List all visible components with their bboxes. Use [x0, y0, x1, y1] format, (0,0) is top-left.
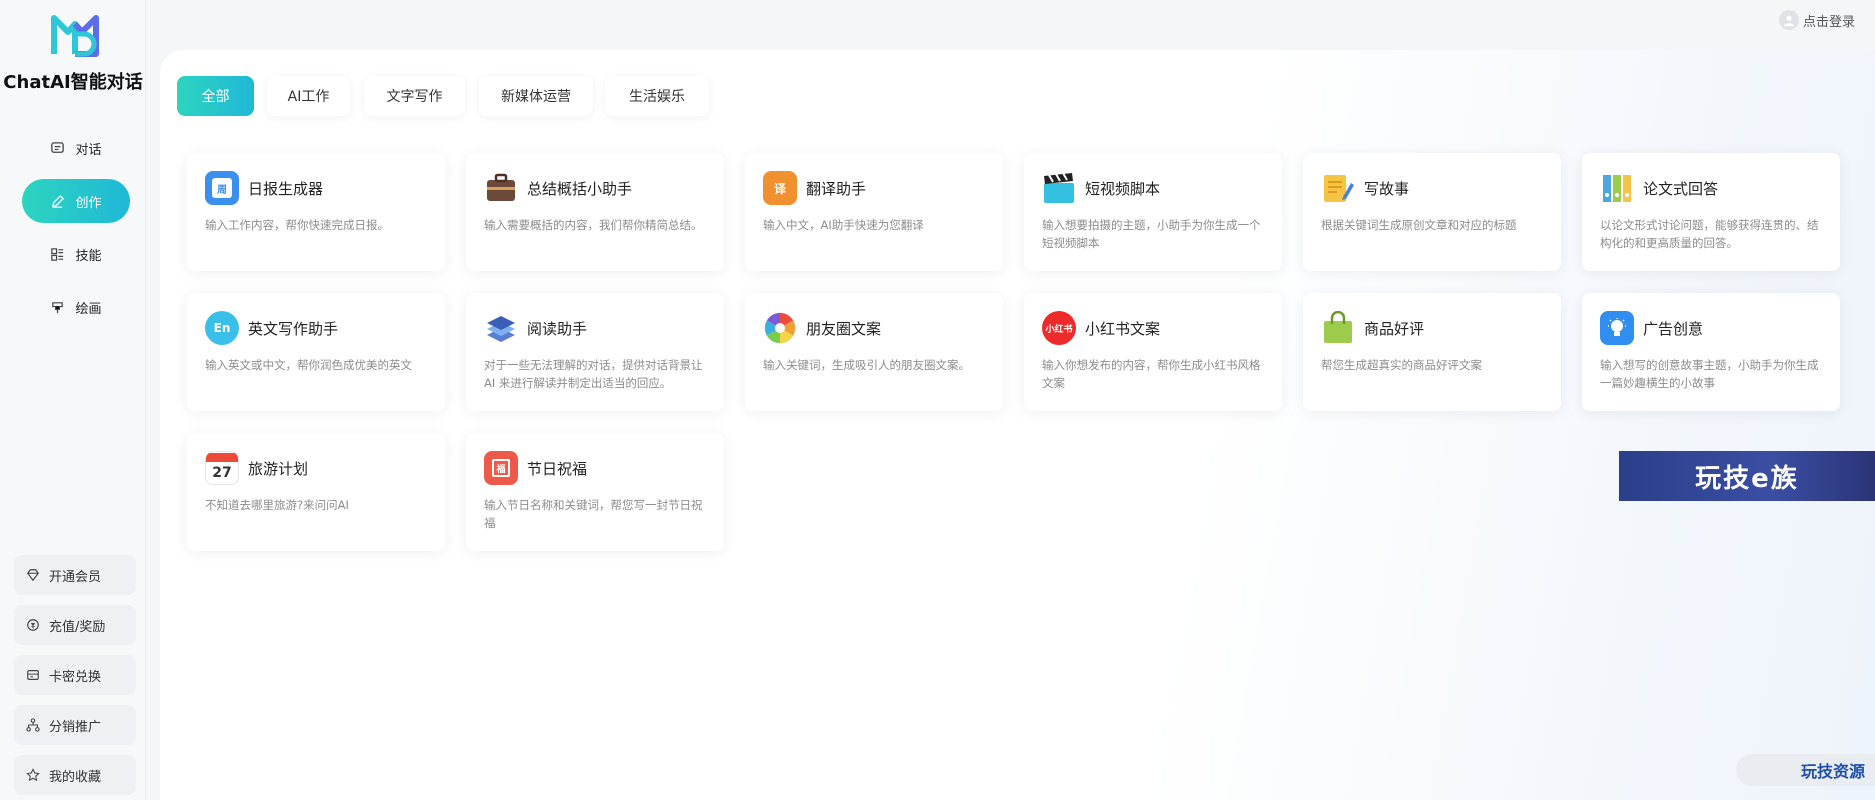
login-label: 点击登录 [1802, 14, 1855, 30]
card-icon [27, 670, 39, 680]
card-short-video[interactable]: 短视频脚本 输入想要拍摄的主题，小助手为你生成一个短视频脚本 [1024, 153, 1282, 271]
user-avatar-icon [1778, 10, 1799, 30]
notepad-icon [1321, 171, 1355, 205]
card-story[interactable]: 写故事 根据关键词生成原创文章和对应的标题 [1303, 153, 1561, 271]
star-icon [26, 768, 40, 782]
card-title: 旅游计划 [248, 459, 309, 478]
tab-all[interactable]: 全部 [177, 76, 254, 116]
card-english-writing[interactable]: En 英文写作助手 输入英文或中文，帮你润色成优美的英文 [187, 293, 445, 411]
card-desc: 输入需要概括的内容，我们帮你精简总结。 [484, 218, 703, 232]
app-logo-icon [51, 15, 99, 57]
card-title: 翻译助手 [806, 179, 867, 198]
menu-item-card-redeem[interactable]: 卡密兑换 [14, 655, 136, 695]
english-icon: En [205, 311, 239, 345]
menu-label: 我的收藏 [49, 769, 102, 785]
card-desc: 对于一些无法理解的对话，提供对话背景让 AI 来进行解读并制定出适当的回应。 [484, 358, 703, 390]
tab-lifestyle[interactable]: 生活娱乐 [605, 76, 709, 116]
card-title: 广告创意 [1643, 319, 1704, 338]
nav-item-skills[interactable]: 技能 [22, 232, 130, 276]
card-daily-report[interactable]: 周 日报生成器 输入工作内容，帮你快速完成日报。 [187, 153, 445, 271]
card-desc: 根据关键词生成原创文章和对应的标题 [1321, 218, 1517, 232]
menu-item-recharge[interactable]: 充值/奖励 [14, 605, 136, 645]
tab-new-media[interactable]: 新媒体运营 [479, 76, 593, 116]
nav-item-chat[interactable]: 对话 [22, 126, 130, 170]
nav-item-painting[interactable]: 绘画 [22, 285, 130, 329]
translate-icon: 译 [763, 171, 797, 205]
main-panel: 全部 AI工作 文字写作 新媒体运营 生活娱乐 周 日报生成器 输入工作内容，帮… [160, 50, 1875, 800]
card-desc: 不知道去哪里旅游?来问问AI [205, 498, 349, 512]
card-desc: 输入节日名称和关键词，帮您写一封节日祝福 [484, 498, 703, 530]
briefcase-icon [484, 171, 518, 205]
skills-icon [51, 247, 64, 261]
card-holiday-greeting[interactable]: 福 节日祝福 输入节日名称和关键词，帮您写一封节日祝福 [466, 433, 724, 551]
diamond-icon [27, 569, 39, 582]
card-product-review[interactable]: 商品好评 帮您生成超真实的商品好评文案 [1303, 293, 1561, 411]
binders-icon [1600, 171, 1634, 205]
card-desc: 输入想要拍摄的主题，小助手为你生成一个短视频脚本 [1042, 218, 1261, 250]
xiaohongshu-icon: 小红书 [1042, 311, 1076, 345]
chat-icon [51, 141, 65, 153]
clapperboard-icon [1042, 171, 1076, 205]
menu-item-distribution[interactable]: 分销推广 [14, 705, 136, 745]
card-desc: 输入英文或中文，帮你润色成优美的英文 [205, 358, 412, 372]
card-title: 商品好评 [1364, 319, 1425, 338]
card-title: 写故事 [1364, 179, 1410, 198]
nav-label: 绘画 [75, 301, 102, 317]
menu-item-favorites[interactable]: 我的收藏 [14, 755, 136, 795]
daily-report-icon: 周 [205, 171, 239, 205]
card-title: 节日祝福 [527, 459, 588, 478]
coin-icon [27, 619, 39, 631]
menu-label: 分销推广 [49, 719, 102, 735]
pen-icon [52, 194, 65, 208]
card-xiaohongshu-copy[interactable]: 小红书 小红书文案 输入你想发布的内容，帮你生成小红书风格文案 [1024, 293, 1282, 411]
card-reading-assistant[interactable]: 阅读助手 对于一些无法理解的对话，提供对话背景让 AI 来进行解读并制定出适当的… [466, 293, 724, 411]
card-translate[interactable]: 译 翻译助手 输入中文，AI助手快速为您翻译 [745, 153, 1003, 271]
menu-label: 卡密兑换 [49, 669, 102, 685]
sidebar: ChatAI智能对话 对话 创作 技能 绘画 开通会员 充值/奖励 卡密兑换 分… [0, 0, 146, 800]
card-moments-copy[interactable]: 朋友圈文案 输入关键词，生成吸引人的朋友圈文案。 [745, 293, 1003, 411]
card-title: 小红书文案 [1085, 319, 1161, 338]
nav-label: 创作 [75, 195, 102, 211]
card-ad-creative[interactable]: 广告创意 输入想写的创意故事主题，小助手为你生成一篇妙趣横生的小故事 [1582, 293, 1840, 411]
nav-label: 技能 [75, 248, 102, 264]
menu-label: 开通会员 [49, 569, 102, 585]
lightbulb-icon [1600, 311, 1634, 345]
brush-icon [52, 301, 64, 313]
card-summary[interactable]: 总结概括小助手 输入需要概括的内容，我们帮你精简总结。 [466, 153, 724, 271]
tab-ai-work[interactable]: AI工作 [267, 76, 350, 116]
card-title: 日报生成器 [248, 179, 324, 198]
card-desc: 以论文形式讨论问题，能够获得连贯的、结构化的和更高质量的回答。 [1600, 218, 1819, 250]
card-desc: 输入工作内容，帮你快速完成日报。 [205, 218, 389, 232]
app-brand: ChatAI智能对话 [3, 72, 143, 93]
nav-item-create[interactable]: 创作 [22, 179, 130, 223]
promo-banner[interactable]: 玩技e族 [1619, 451, 1875, 501]
share-tree-icon [26, 718, 40, 732]
aperture-icon [763, 311, 797, 345]
card-title: 英文写作助手 [248, 319, 339, 338]
shopping-bag-icon [1321, 311, 1355, 345]
nav-label: 对话 [75, 142, 102, 158]
card-desc: 帮您生成超真实的商品好评文案 [1321, 358, 1482, 372]
card-desc: 输入中文，AI助手快速为您翻译 [763, 218, 924, 232]
watermark-badge: 玩技资源 [1736, 754, 1875, 786]
login-button[interactable]: 点击登录 [1778, 8, 1855, 32]
card-desc: 输入关键词，生成吸引人的朋友圈文案。 [763, 358, 970, 372]
tab-writing[interactable]: 文字写作 [364, 76, 465, 116]
card-title: 论文式回答 [1643, 179, 1719, 198]
card-travel-plan[interactable]: 27 旅游计划 不知道去哪里旅游?来问问AI [187, 433, 445, 551]
menu-item-membership[interactable]: 开通会员 [14, 555, 136, 595]
gift-card-icon: 福 [484, 451, 518, 485]
card-title: 短视频脚本 [1085, 179, 1161, 198]
card-desc: 输入想写的创意故事主题，小助手为你生成一篇妙趣横生的小故事 [1600, 358, 1819, 390]
calendar-icon: 27 [205, 451, 239, 485]
card-title: 总结概括小助手 [527, 179, 633, 198]
card-essay-answer[interactable]: 论文式回答 以论文形式讨论问题，能够获得连贯的、结构化的和更高质量的回答。 [1582, 153, 1840, 271]
books-icon [484, 311, 518, 345]
menu-label: 充值/奖励 [49, 619, 106, 635]
card-title: 阅读助手 [527, 319, 588, 338]
card-desc: 输入你想发布的内容，帮你生成小红书风格文案 [1042, 358, 1261, 390]
card-title: 朋友圈文案 [806, 319, 882, 338]
